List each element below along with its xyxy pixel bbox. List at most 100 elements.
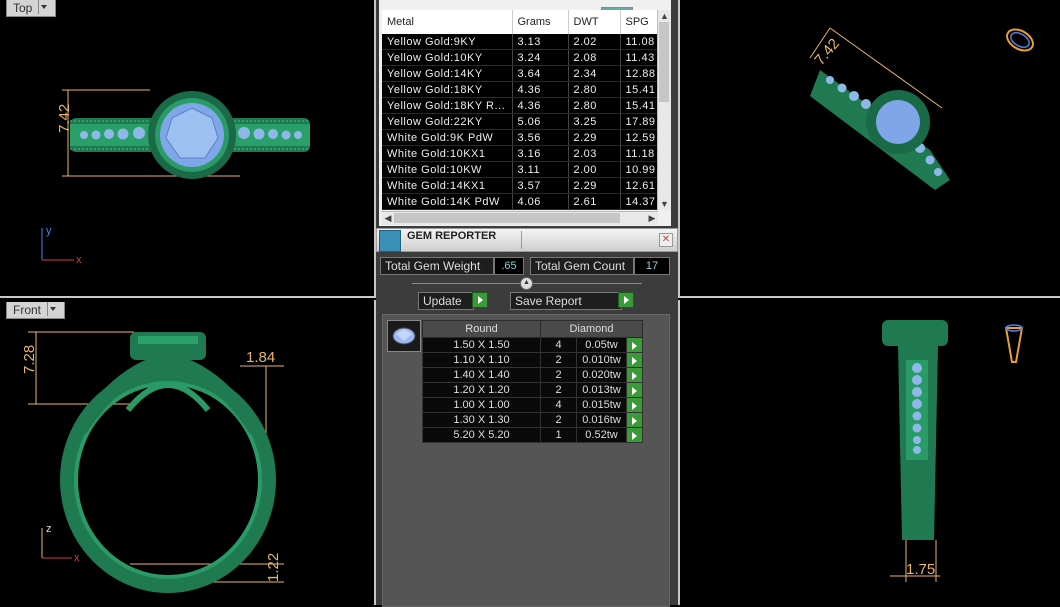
- metal-table-row[interactable]: Yellow Gold:9KY 3.13 2.02 11.08: [382, 34, 659, 50]
- round-gem-icon[interactable]: [387, 320, 421, 352]
- grams-col-header[interactable]: Grams: [512, 10, 569, 34]
- gem-count-cell: 4: [540, 337, 577, 353]
- spg-cell: 11.08: [620, 34, 659, 50]
- grams-cell: 3.16: [512, 145, 569, 162]
- front-dim-right: 1.84: [246, 349, 275, 366]
- gem-count-cell: 2: [540, 412, 577, 428]
- gem-row-play-icon[interactable]: [625, 367, 644, 383]
- iso-dim-label: 7.42: [811, 35, 843, 68]
- gem-row-play-icon[interactable]: [625, 382, 644, 398]
- center-panel: Metal Grams DWT SPG Yellow Gold:9KY 3.13 2…: [376, 0, 678, 607]
- save-report-button[interactable]: Save Report: [510, 292, 622, 310]
- perspective-viewport[interactable]: 7.42: [678, 0, 1060, 298]
- grams-cell: 4.06: [512, 193, 569, 210]
- gem-weight-cell: 0.020tw: [576, 367, 627, 383]
- gem-row-play-icon[interactable]: [625, 427, 644, 443]
- metal-panel-top-controls[interactable]: [601, 0, 671, 31]
- spg-cell: 11.43: [620, 49, 659, 66]
- metal-table-row[interactable]: Yellow Gold:10KY 3.24 2.08 11.43: [382, 49, 659, 66]
- gem-row-play-icon[interactable]: [625, 352, 644, 368]
- total-gem-count-value: 17: [634, 257, 670, 275]
- gem-size-cell: 1.20 X 1.20: [422, 382, 541, 398]
- gem-reporter-title: GEM REPORTER: [407, 230, 497, 242]
- metal-col-header[interactable]: Metal: [382, 10, 513, 34]
- metal-name-cell: White Gold:10KW: [382, 161, 513, 178]
- dwt-cell: 2.02: [568, 34, 621, 50]
- gem-count-cell: 2: [540, 367, 577, 383]
- metal-table: Metal Grams DWT SPG Yellow Gold:9KY 3.13 2…: [382, 10, 659, 210]
- metal-table-row[interactable]: Yellow Gold:22KY 5.06 3.25 17.89: [382, 113, 659, 130]
- spg-cell: 15.41: [620, 97, 659, 114]
- top-viewport[interactable]: Top 7.42 y x: [0, 0, 376, 298]
- perspective-mini-ring-icon: [1006, 28, 1034, 52]
- front-dim-left: 7.28: [21, 345, 38, 374]
- total-gem-weight-label: Total Gem Weight: [380, 257, 494, 275]
- dwt-cell: 3.25: [568, 113, 621, 130]
- front-axis-z: z: [46, 523, 52, 535]
- scroll-down-icon[interactable]: ▼: [658, 198, 671, 210]
- front-viewport[interactable]: Front 7.28 1.84 1.22 z x: [0, 300, 376, 605]
- gem-row-play-icon[interactable]: [625, 337, 644, 353]
- dwt-col-header[interactable]: DWT: [568, 10, 621, 34]
- gem-table-row[interactable]: 1.30 X 1.30 2 0.016tw: [422, 412, 644, 428]
- grams-cell: 5.06: [512, 113, 569, 130]
- gem-table-row[interactable]: 1.50 X 1.50 4 0.05tw: [422, 337, 644, 353]
- panel-splitter-handle[interactable]: ▲: [520, 277, 533, 290]
- metal-table-row[interactable]: White Gold:14KX1 3.57 2.29 12.61: [382, 177, 659, 194]
- grams-cell: 3.24: [512, 49, 569, 66]
- gem-count-cell: 1: [540, 427, 577, 443]
- metal-table-row[interactable]: Yellow Gold:14KY 3.64 2.34 12.88: [382, 65, 659, 82]
- metal-name-cell: Yellow Gold:14KY: [382, 65, 513, 82]
- gem-material-header: Diamond: [539, 320, 644, 338]
- dwt-cell: 2.29: [568, 129, 621, 146]
- gem-table-row[interactable]: 1.10 X 1.10 2 0.010tw: [422, 352, 644, 368]
- metal-table-row[interactable]: Yellow Gold:18KY R... 4.36 2.80 15.41: [382, 97, 659, 114]
- metal-table-row[interactable]: White Gold:14K PdW 4.06 2.61 14.37: [382, 193, 659, 210]
- gem-weight-cell: 0.52tw: [576, 427, 627, 443]
- metal-table-row[interactable]: White Gold:10KX1 3.16 2.03 11.18: [382, 145, 659, 162]
- grams-cell: 4.36: [512, 97, 569, 114]
- dwt-cell: 2.34: [568, 65, 621, 82]
- gem-size-cell: 1.10 X 1.10: [422, 352, 541, 368]
- hscroll-thumb[interactable]: [394, 213, 620, 223]
- gem-table-row[interactable]: 5.20 X 5.20 1 0.52tw: [422, 427, 644, 443]
- side-viewport[interactable]: 1.75: [678, 300, 1060, 605]
- vscroll-thumb[interactable]: [659, 22, 669, 102]
- close-icon[interactable]: ✕: [659, 233, 673, 247]
- metal-weight-panel: Metal Grams DWT SPG Yellow Gold:9KY 3.13 2…: [379, 0, 671, 226]
- update-play-icon[interactable]: [472, 292, 488, 308]
- save-report-play-icon[interactable]: [618, 292, 634, 308]
- gem-table-row[interactable]: 1.00 X 1.00 4 0.015tw: [422, 397, 644, 413]
- spg-col-header[interactable]: SPG: [620, 10, 659, 34]
- gem-reporter-logo-icon: [379, 230, 401, 252]
- top-axis-x: x: [76, 254, 82, 266]
- front-axis-x: x: [74, 552, 80, 564]
- gem-size-cell: 1.50 X 1.50: [422, 337, 541, 353]
- gem-row-play-icon[interactable]: [625, 397, 644, 413]
- metal-name-cell: Yellow Gold:10KY: [382, 49, 513, 66]
- dwt-cell: 2.80: [568, 97, 621, 114]
- spg-cell: 12.61: [620, 177, 659, 194]
- metal-table-row[interactable]: White Gold:10KW 3.11 2.00 10.99: [382, 161, 659, 178]
- metal-table-vscrollbar[interactable]: ▲ ▼: [657, 10, 671, 210]
- gem-table: Round Diamond 1.50 X 1.50 4 0.05tw 1.10 X 1…: [422, 320, 644, 443]
- spg-cell: 12.59: [620, 129, 659, 146]
- gem-size-cell: 1.30 X 1.30: [422, 412, 541, 428]
- gem-table-row[interactable]: 1.20 X 1.20 2 0.013tw: [422, 382, 644, 398]
- scroll-left-icon[interactable]: ◀: [382, 212, 394, 225]
- metal-table-row[interactable]: Yellow Gold:18KY 4.36 2.80 15.41: [382, 81, 659, 98]
- metal-name-cell: White Gold:9K PdW: [382, 129, 513, 146]
- scroll-right-icon[interactable]: ▶: [646, 212, 658, 225]
- scroll-up-icon[interactable]: ▲: [658, 10, 671, 22]
- metal-table-hscrollbar[interactable]: ◀ ▶: [382, 211, 658, 225]
- dwt-cell: 2.29: [568, 177, 621, 194]
- side-mini-ring-icon: [1004, 324, 1024, 363]
- metal-table-row[interactable]: White Gold:9K PdW 3.56 2.29 12.59: [382, 129, 659, 146]
- gem-table-row[interactable]: 1.40 X 1.40 2 0.020tw: [422, 367, 644, 383]
- gem-count-cell: 2: [540, 382, 577, 398]
- dwt-cell: 2.61: [568, 193, 621, 210]
- update-button[interactable]: Update: [418, 292, 474, 310]
- gem-row-play-icon[interactable]: [625, 412, 644, 428]
- spg-cell: 15.41: [620, 81, 659, 98]
- grams-cell: 4.36: [512, 81, 569, 98]
